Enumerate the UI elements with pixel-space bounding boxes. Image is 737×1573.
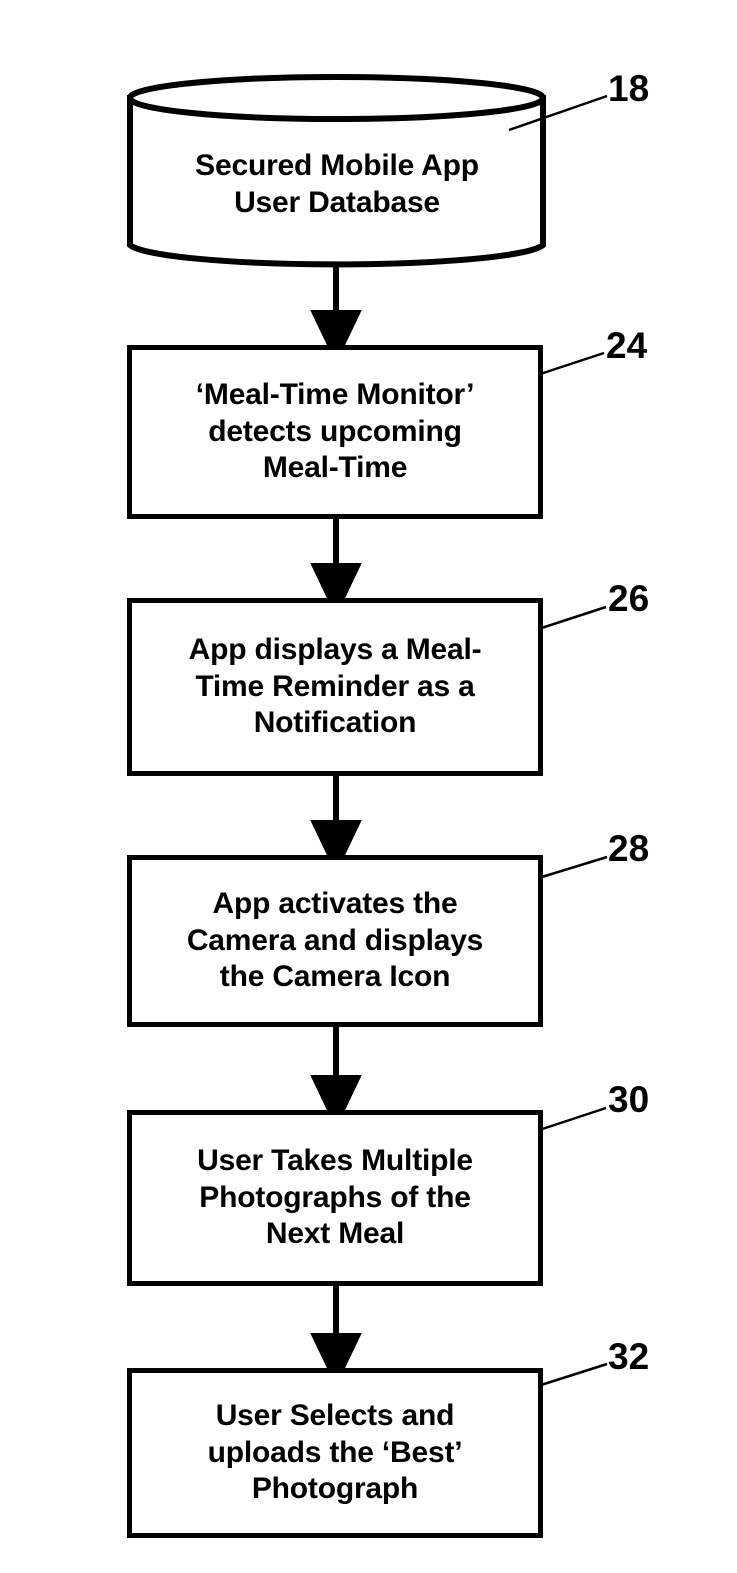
node-label-32: User Selects and uploads the ‘Best’ Phot…: [207, 1398, 463, 1506]
reference-numeral-30: 30: [608, 1079, 650, 1120]
reference-numeral-24: 24: [606, 325, 648, 366]
node-user-selects-uploads-best-photograph: User Selects and uploads the ‘Best’ Phot…: [127, 1368, 543, 1538]
node-label-26: App displays a Meal- Time Reminder as a …: [188, 632, 482, 740]
node-label-28: App activates the Camera and displays th…: [186, 886, 484, 994]
node-user-takes-multiple-photographs: User Takes Multiple Photographs of the N…: [127, 1110, 543, 1286]
reference-numeral-26: 26: [608, 578, 650, 619]
node-app-activates-camera: App activates the Camera and displays th…: [127, 855, 543, 1027]
node-app-displays-meal-time-reminder: App displays a Meal- Time Reminder as a …: [127, 598, 543, 776]
reference-numeral-18: 18: [608, 68, 650, 109]
reference-numeral-28: 28: [608, 828, 650, 869]
node-secured-mobile-app-user-database: Secured Mobile App User Database: [130, 78, 544, 268]
node-label-30: User Takes Multiple Photographs of the N…: [197, 1143, 473, 1251]
node-meal-time-monitor-detects: ‘Meal-Time Monitor’ detects upcoming Mea…: [127, 345, 543, 519]
node-label-18: Secured Mobile App User Database: [195, 149, 479, 219]
flowchart-canvas: Secured Mobile App User Database 18 ‘Mea…: [0, 0, 737, 1573]
reference-numeral-32: 32: [608, 1336, 650, 1377]
node-label-24: ‘Meal-Time Monitor’ detects upcoming Mea…: [195, 377, 475, 485]
